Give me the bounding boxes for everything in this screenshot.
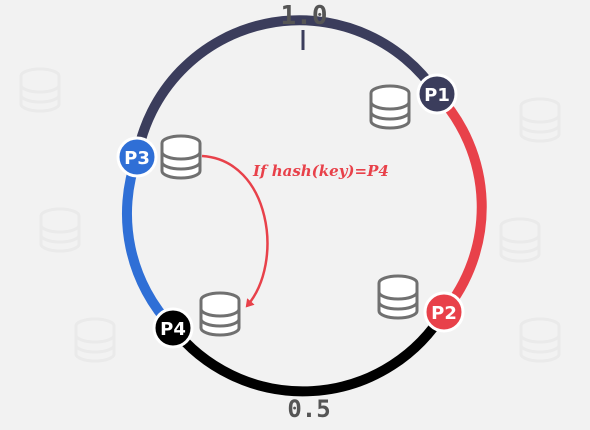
partition-node-p2: P2 <box>423 291 465 333</box>
hash-annotation: If hash(key)=P4 <box>252 162 389 180</box>
partition-node-p3: P3 <box>116 136 158 178</box>
ring-arc-p4-p3 <box>122 155 177 332</box>
database-icon <box>160 134 202 180</box>
database-icon <box>199 291 241 337</box>
partition-label-p3: P3 <box>124 148 150 169</box>
database-icon <box>377 274 419 320</box>
partition-label-p1: P1 <box>424 85 450 106</box>
ring-arc-p1-p2 <box>433 90 487 316</box>
partition-node-p4: P4 <box>152 307 194 349</box>
partition-node-p1: P1 <box>416 73 458 115</box>
ring-diagram-canvas: 1.0 0.5 If hash(key)=P4 P1 P2 P3 P4 <box>19 1 561 423</box>
ring-bottom-label: 0.5 <box>287 395 330 423</box>
consistent-hashing-diagram: 1.0 0.5 If hash(key)=P4 P1 P2 P3 P4 <box>0 0 590 430</box>
ring-top-label: 1.0 <box>281 1 328 31</box>
database-icon <box>369 84 411 130</box>
partition-label-p2: P2 <box>431 303 457 324</box>
partition-label-p4: P4 <box>160 319 186 340</box>
